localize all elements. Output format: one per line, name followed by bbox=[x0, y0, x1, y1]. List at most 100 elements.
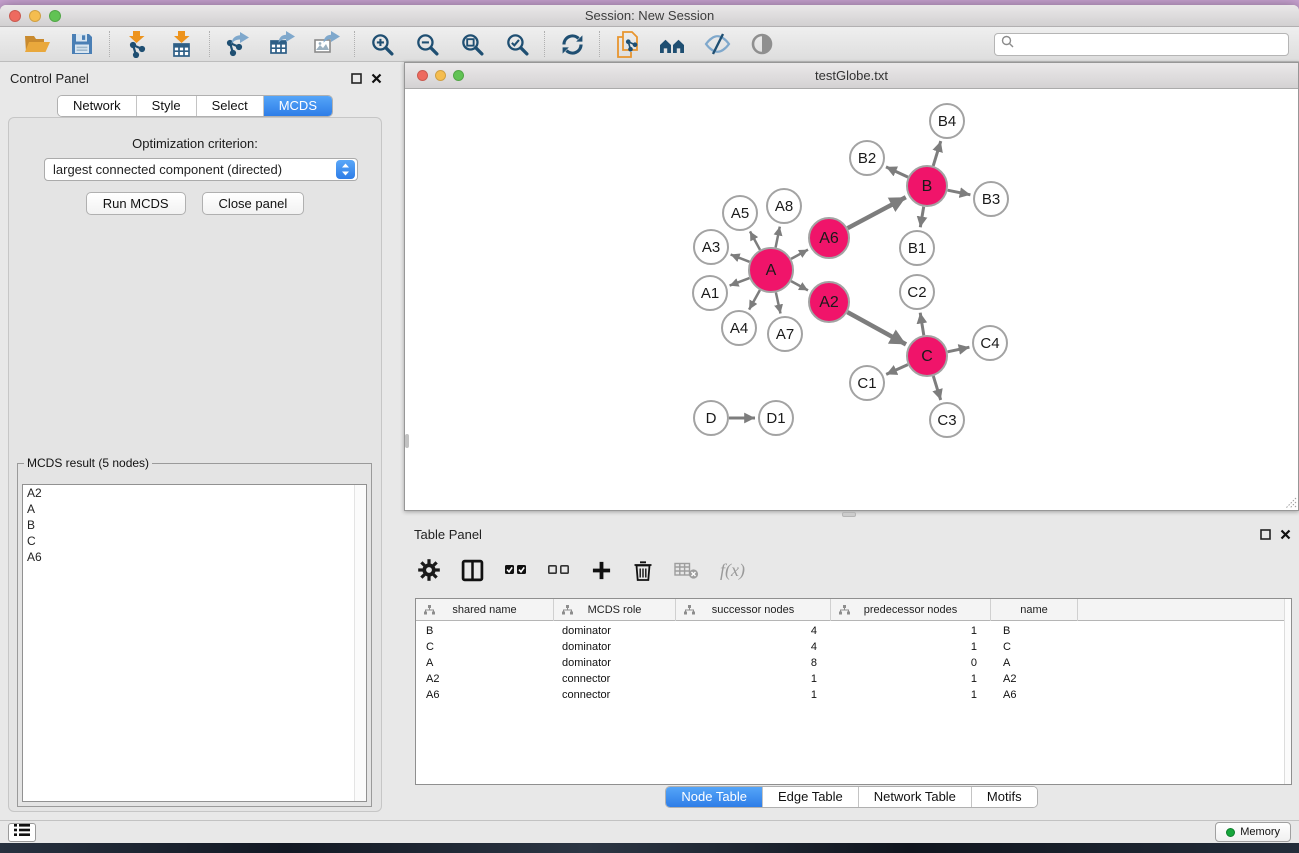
run-mcds-button[interactable]: Run MCDS bbox=[86, 192, 186, 215]
graph-node-A5[interactable]: A5 bbox=[723, 196, 757, 230]
graph-edge-C-C2[interactable] bbox=[920, 313, 924, 336]
mcds-result-list[interactable]: A2ABCA6 bbox=[22, 484, 367, 802]
graph-node-D1[interactable]: D1 bbox=[759, 401, 793, 435]
hide-details-icon[interactable] bbox=[703, 30, 731, 58]
search-field[interactable] bbox=[994, 33, 1289, 56]
zoom-in-icon[interactable] bbox=[368, 30, 396, 58]
graph-node-A2[interactable]: A2 bbox=[809, 282, 849, 322]
tab-motifs[interactable]: Motifs bbox=[972, 787, 1037, 807]
select-all-icon[interactable] bbox=[505, 559, 527, 581]
mcds-result-item[interactable]: C bbox=[23, 533, 366, 549]
network-from-selection-icon[interactable] bbox=[613, 30, 641, 58]
task-history-button[interactable] bbox=[8, 823, 36, 842]
table-row[interactable]: Bdominator41B bbox=[416, 625, 1291, 641]
graph-edge-B-B4[interactable] bbox=[933, 141, 941, 166]
network-zoom-button[interactable] bbox=[453, 70, 464, 81]
open-session-icon[interactable] bbox=[23, 30, 51, 58]
criterion-dropdown[interactable]: largest connected component (directed) bbox=[44, 158, 358, 181]
save-session-icon[interactable] bbox=[68, 30, 96, 58]
graph-node-B1[interactable]: B1 bbox=[900, 231, 934, 265]
graph-edge-A2-C[interactable] bbox=[847, 312, 906, 344]
graph-edge-C-C4[interactable] bbox=[948, 347, 970, 352]
graph-node-B2[interactable]: B2 bbox=[850, 141, 884, 175]
graph-edge-A-A1[interactable] bbox=[730, 278, 750, 286]
tab-mcds[interactable]: MCDS bbox=[264, 96, 332, 116]
close-table-panel-icon[interactable] bbox=[1280, 527, 1291, 545]
table-row[interactable]: Adominator80A bbox=[416, 657, 1291, 673]
tab-network-table[interactable]: Network Table bbox=[859, 787, 972, 807]
add-column-icon[interactable] bbox=[591, 560, 612, 581]
mcds-result-item[interactable]: A2 bbox=[23, 485, 366, 501]
refresh-layout-icon[interactable] bbox=[558, 30, 586, 58]
settings-gear-icon[interactable] bbox=[418, 559, 440, 581]
mcds-result-item[interactable]: A bbox=[23, 501, 366, 517]
column-header-shared-name[interactable]: shared name bbox=[416, 599, 554, 621]
graph-node-A4[interactable]: A4 bbox=[722, 311, 756, 345]
table-row[interactable]: Cdominator41C bbox=[416, 641, 1291, 657]
close-panel-button[interactable]: Close panel bbox=[202, 192, 305, 215]
export-image-icon[interactable] bbox=[313, 30, 341, 58]
graph-edge-A-A7[interactable] bbox=[776, 293, 781, 314]
column-layout-icon[interactable] bbox=[461, 559, 484, 582]
show-graphics-icon[interactable] bbox=[748, 30, 776, 58]
graph-edge-A-A4[interactable] bbox=[749, 290, 760, 310]
graph-node-C4[interactable]: C4 bbox=[973, 326, 1007, 360]
tab-select[interactable]: Select bbox=[197, 96, 264, 116]
graph-edge-A-A2[interactable] bbox=[791, 281, 808, 290]
graph-edge-A-A6[interactable] bbox=[791, 250, 808, 259]
tab-network[interactable]: Network bbox=[58, 96, 137, 116]
close-panel-icon[interactable] bbox=[371, 71, 382, 89]
network-canvas[interactable]: AA1A2A3A4A5A6A7A8BB1B2B3B4CC1C2C3C4DD1 bbox=[405, 89, 1298, 510]
float-table-panel-icon[interactable] bbox=[1260, 527, 1271, 545]
graph-node-A1[interactable]: A1 bbox=[693, 276, 727, 310]
column-header-successor-nodes[interactable]: successor nodes bbox=[676, 599, 831, 621]
graph-edge-B-B3[interactable] bbox=[948, 190, 971, 195]
graph-node-B[interactable]: B bbox=[907, 166, 947, 206]
table-row[interactable]: A2connector11A2 bbox=[416, 673, 1291, 689]
mcds-result-item[interactable]: A6 bbox=[23, 549, 366, 565]
deselect-all-icon[interactable] bbox=[548, 559, 570, 581]
graph-edge-B-B1[interactable] bbox=[920, 207, 923, 228]
home-icon[interactable] bbox=[658, 30, 686, 58]
graph-edge-A-A5[interactable] bbox=[750, 231, 760, 249]
graph-node-A8[interactable]: A8 bbox=[767, 189, 801, 223]
graph-node-A7[interactable]: A7 bbox=[768, 317, 802, 351]
import-table-icon[interactable] bbox=[168, 30, 196, 58]
vertical-scrollbar-thumb[interactable] bbox=[405, 434, 409, 448]
delete-column-icon[interactable] bbox=[633, 559, 653, 582]
graph-node-B3[interactable]: B3 bbox=[974, 182, 1008, 216]
graph-edge-A-A8[interactable] bbox=[776, 227, 780, 248]
float-panel-icon[interactable] bbox=[351, 71, 362, 89]
zoom-selected-icon[interactable] bbox=[503, 30, 531, 58]
mcds-result-item[interactable]: B bbox=[23, 517, 366, 533]
tab-style[interactable]: Style bbox=[137, 96, 197, 116]
graph-edge-C-C3[interactable] bbox=[933, 376, 940, 400]
graph-node-C3[interactable]: C3 bbox=[930, 403, 964, 437]
window-resize-grip[interactable] bbox=[1284, 496, 1297, 509]
graph-edge-B-B2[interactable] bbox=[886, 167, 908, 177]
graph-node-B4[interactable]: B4 bbox=[930, 104, 964, 138]
column-header-MCDS-role[interactable]: MCDS role bbox=[554, 599, 676, 621]
graph-node-A3[interactable]: A3 bbox=[694, 230, 728, 264]
table-row[interactable]: A6connector11A6 bbox=[416, 689, 1291, 705]
zoom-out-icon[interactable] bbox=[413, 30, 441, 58]
table-scrollbar-track[interactable] bbox=[1284, 599, 1291, 784]
zoom-fit-icon[interactable] bbox=[458, 30, 486, 58]
export-network-icon[interactable] bbox=[223, 30, 251, 58]
graph-edge-C-C1[interactable] bbox=[886, 365, 908, 375]
column-header-predecessor-nodes[interactable]: predecessor nodes bbox=[831, 599, 991, 621]
search-input[interactable] bbox=[1018, 37, 1282, 51]
close-window-button[interactable] bbox=[9, 10, 21, 22]
zoom-window-button[interactable] bbox=[49, 10, 61, 22]
graph-node-A6[interactable]: A6 bbox=[809, 218, 849, 258]
graph-node-D[interactable]: D bbox=[694, 401, 728, 435]
tab-node-table[interactable]: Node Table bbox=[666, 787, 763, 807]
export-table-icon[interactable] bbox=[268, 30, 296, 58]
import-network-icon[interactable] bbox=[123, 30, 151, 58]
graph-node-C2[interactable]: C2 bbox=[900, 275, 934, 309]
graph-edge-A6-B[interactable] bbox=[848, 197, 906, 228]
graph-edge-A-A3[interactable] bbox=[731, 255, 750, 262]
column-header-name[interactable]: name bbox=[991, 599, 1078, 621]
memory-button[interactable]: Memory bbox=[1215, 822, 1291, 842]
network-close-button[interactable] bbox=[417, 70, 428, 81]
